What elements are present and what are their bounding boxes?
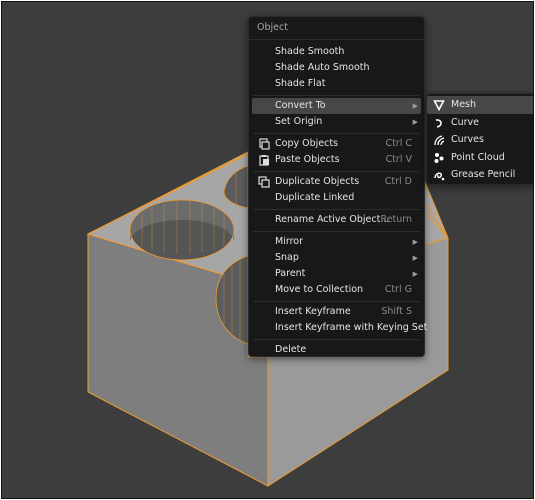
submenu-item-grease-pencil[interactable]: Grease Pencil [427, 166, 533, 184]
submenu-arrow-icon: ▶ [412, 254, 418, 262]
menu-separator [253, 301, 420, 302]
object-context-menu: Object Shade Smooth Shade Auto Smooth Shad… [248, 16, 428, 358]
menu-item-label: Insert Keyframe [275, 306, 351, 317]
submenu-item-label: Curve [451, 116, 480, 128]
menu-item-move-to-collection[interactable]: Move to Collection Ctrl G [249, 282, 424, 298]
shortcut-hint: Ctrl G [384, 284, 412, 295]
menu-item-mirror[interactable]: Mirror ▶ [249, 234, 424, 250]
menu-item-convert-to[interactable]: Convert To ▶ [252, 98, 421, 114]
menu-item-shade-auto-smooth[interactable]: Shade Auto Smooth [249, 60, 424, 76]
submenu-item-label: Curves [451, 134, 484, 146]
menu-item-snap[interactable]: Snap ▶ [249, 250, 424, 266]
menu-item-label: Move to Collection [275, 284, 364, 295]
shortcut-hint: Shift S [381, 306, 412, 317]
menu-separator [253, 339, 420, 340]
submenu-item-label: Mesh [451, 99, 477, 110]
submenu-item-label: Grease Pencil [451, 169, 516, 181]
hole-left [129, 199, 235, 261]
menu-item-label: Parent [275, 268, 306, 279]
menu-item-label: Shade Auto Smooth [275, 62, 370, 73]
shortcut-hint: Ctrl C [385, 138, 412, 149]
curve-icon [433, 117, 445, 129]
3d-viewport[interactable]: Object Shade Smooth Shade Auto Smooth Shad… [1, 1, 534, 499]
submenu-arrow-icon: ▶ [412, 238, 418, 246]
menu-item-label: Shade Smooth [275, 46, 345, 57]
submenu-arrow-icon: ▶ [412, 118, 418, 126]
menu-item-label: Duplicate Objects [275, 176, 360, 187]
menu-item-label: Duplicate Linked [275, 192, 355, 203]
submenu-items: Mesh Curve Curves Point Cloud Grease Pencil [427, 96, 533, 184]
menu-title: Object [249, 17, 424, 40]
menu-item-shade-smooth[interactable]: Shade Smooth [249, 44, 424, 60]
menu-items: Shade Smooth Shade Auto Smooth Shade Flat C… [249, 44, 428, 358]
paste-icon [258, 154, 270, 166]
curves-icon [433, 134, 445, 146]
menu-item-duplicate-linked[interactable]: Duplicate Linked [249, 190, 424, 206]
menu-item-label: Convert To [275, 100, 326, 111]
menu-item-paste-objects[interactable]: Paste Objects Ctrl V [249, 152, 424, 168]
menu-item-label: Insert Keyframe with Keying Set [275, 322, 428, 333]
menu-separator [253, 133, 420, 134]
menu-item-set-origin[interactable]: Set Origin ▶ [249, 114, 424, 130]
grease-pencil-icon [433, 169, 445, 181]
menu-item-label: Copy Objects [275, 138, 339, 149]
menu-item-label: Set Origin [275, 116, 323, 127]
menu-item-rename-active-object[interactable]: Rename Active Object... Return [249, 212, 424, 228]
menu-item-insert-keyframe[interactable]: Insert Keyframe Shift S [249, 304, 424, 320]
submenu-item-curves[interactable]: Curves [427, 131, 533, 149]
copy-icon [258, 138, 270, 150]
menu-item-label: Paste Objects [275, 154, 340, 165]
submenu-item-mesh[interactable]: Mesh [427, 96, 533, 114]
menu-item-label: Mirror [275, 236, 303, 247]
menu-item-parent[interactable]: Parent ▶ [249, 266, 424, 282]
duplicate-icon [258, 176, 270, 188]
menu-item-copy-objects[interactable]: Copy Objects Ctrl C [249, 136, 424, 152]
convert-to-submenu: Mesh Curve Curves Point Cloud Grease Pencil [426, 93, 533, 185]
menu-item-label: Snap [275, 252, 299, 263]
shortcut-hint: Ctrl V [385, 154, 412, 165]
point-cloud-icon [433, 152, 445, 164]
menu-item-label: Delete [275, 344, 307, 355]
menu-item-delete[interactable]: Delete [249, 342, 424, 358]
menu-item-insert-keyframe-with-keying-set[interactable]: Insert Keyframe with Keying Set [249, 320, 428, 336]
menu-separator [253, 95, 420, 96]
menu-item-label: Shade Flat [275, 78, 326, 89]
menu-item-label: Rename Active Object... [275, 214, 390, 225]
menu-item-duplicate-objects[interactable]: Duplicate Objects Ctrl D [249, 174, 424, 190]
menu-separator [253, 171, 420, 172]
mesh-icon [433, 99, 445, 111]
submenu-item-point-cloud[interactable]: Point Cloud [427, 149, 533, 167]
shortcut-hint: Ctrl D [384, 176, 412, 187]
shortcut-hint: Return [380, 214, 412, 225]
menu-item-shade-flat[interactable]: Shade Flat [249, 76, 424, 92]
submenu-item-curve[interactable]: Curve [427, 114, 533, 132]
submenu-arrow-icon: ▶ [412, 270, 418, 278]
menu-separator [253, 209, 420, 210]
menu-separator [253, 231, 420, 232]
submenu-arrow-icon: ▶ [412, 102, 418, 110]
submenu-item-label: Point Cloud [451, 151, 505, 163]
